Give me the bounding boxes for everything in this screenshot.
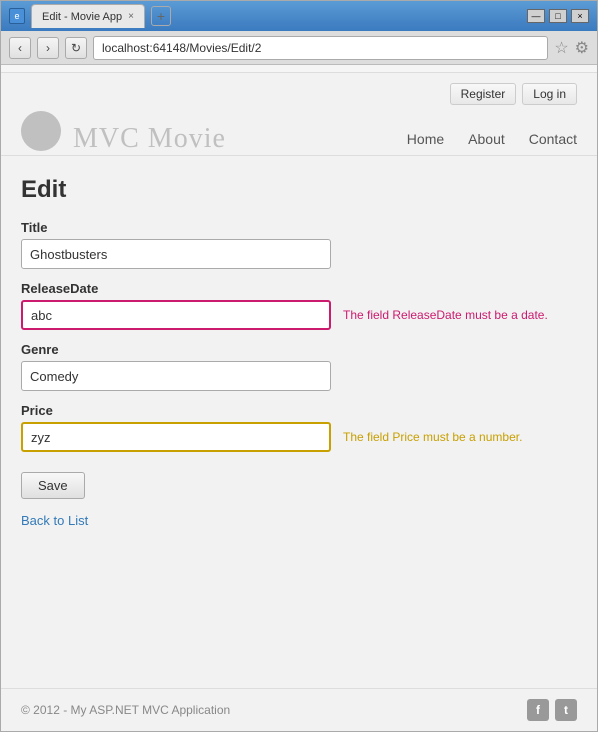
main-content: Edit Title ReleaseDate The field Release… (1, 156, 597, 688)
release-date-field-group: ReleaseDate The field ReleaseDate must b… (21, 281, 577, 330)
copyright-text: © 2012 - My ASP.NET MVC Application (21, 703, 230, 717)
tab-close-icon[interactable]: × (128, 11, 134, 22)
url-input[interactable] (93, 36, 548, 60)
genre-input[interactable] (21, 361, 331, 391)
title-field-group: Title (21, 220, 577, 269)
avatar (21, 111, 61, 151)
register-button[interactable]: Register (450, 83, 517, 105)
nav-about[interactable]: About (468, 131, 505, 147)
refresh-button[interactable]: ↻ (65, 37, 87, 59)
new-tab-button[interactable]: + (151, 6, 171, 26)
minimize-button[interactable]: — (527, 9, 545, 23)
release-date-error: The field ReleaseDate must be a date. (343, 308, 548, 322)
tab-label: Edit - Movie App (42, 11, 122, 23)
main-nav: Home About Contact (407, 131, 577, 155)
login-button[interactable]: Log in (522, 83, 577, 105)
release-date-input[interactable] (21, 300, 331, 330)
nav-contact[interactable]: Contact (529, 131, 577, 147)
browser-icon: e (9, 8, 25, 24)
close-button[interactable]: × (571, 9, 589, 23)
genre-field-group: Genre (21, 342, 577, 391)
page-content: Register Log in MVC Movie Home About Con… (1, 73, 597, 731)
genre-label: Genre (21, 342, 577, 357)
title-label: Title (21, 220, 577, 235)
address-bar: ‹ › ↻ ☆ ⚙ (1, 31, 597, 65)
window-controls: — □ × (527, 9, 589, 23)
page-footer: © 2012 - My ASP.NET MVC Application f t (1, 688, 597, 731)
release-date-label: ReleaseDate (21, 281, 577, 296)
facebook-icon[interactable]: f (527, 699, 549, 721)
title-bar: e Edit - Movie App × + — □ × (1, 1, 597, 31)
price-field-group: Price The field Price must be a number. (21, 403, 577, 452)
back-to-list-link[interactable]: Back to List (21, 513, 577, 528)
maximize-button[interactable]: □ (549, 9, 567, 23)
app-title: MVC Movie (73, 123, 226, 155)
browser-tab[interactable]: Edit - Movie App × (31, 4, 145, 28)
save-button[interactable]: Save (21, 472, 85, 499)
price-label: Price (21, 403, 577, 418)
price-error: The field Price must be a number. (343, 430, 522, 444)
page-title: Edit (21, 176, 577, 204)
app-header: Register Log in MVC Movie Home About Con… (1, 73, 597, 156)
twitter-icon[interactable]: t (555, 699, 577, 721)
bookmark-icon[interactable]: ☆ (554, 38, 568, 58)
social-icons: f t (527, 699, 577, 721)
title-input[interactable] (21, 239, 331, 269)
settings-icon[interactable]: ⚙ (575, 38, 589, 58)
bookmark-bar (1, 65, 597, 73)
forward-button[interactable]: › (37, 37, 59, 59)
header-top: Register Log in (21, 83, 577, 105)
price-row: The field Price must be a number. (21, 422, 577, 452)
price-input[interactable] (21, 422, 331, 452)
back-button[interactable]: ‹ (9, 37, 31, 59)
nav-home[interactable]: Home (407, 131, 444, 147)
release-date-row: The field ReleaseDate must be a date. (21, 300, 577, 330)
